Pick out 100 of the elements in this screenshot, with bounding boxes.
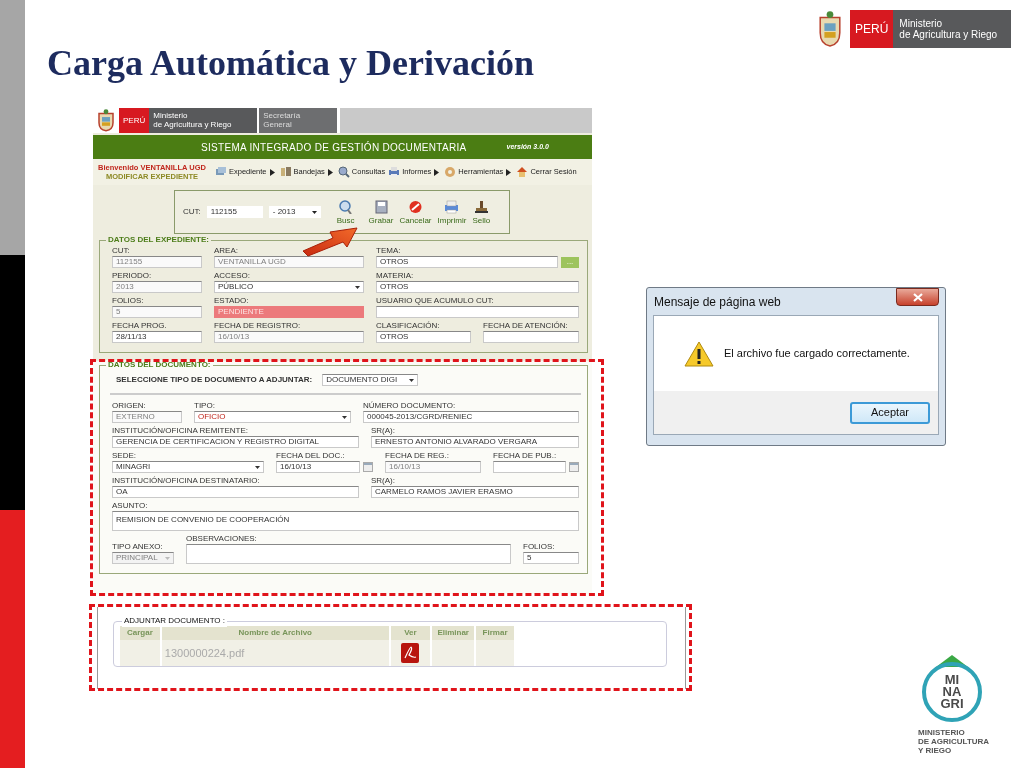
field-label: TIPO ANEXO: — [112, 542, 164, 552]
select-field[interactable]: PRINCIPAL — [112, 552, 174, 564]
field-label: TEMA: — [376, 246, 402, 256]
date-field[interactable] — [493, 461, 566, 473]
field-label: CUT: — [112, 246, 131, 256]
field-label: CLASIFICACIÓN: — [376, 321, 441, 331]
accept-button[interactable]: Aceptar — [850, 401, 930, 424]
dialog-title: Mensaje de página web — [653, 294, 782, 311]
column-header: Firmar — [476, 626, 514, 640]
select-field[interactable]: MINAGRI — [112, 461, 264, 473]
caret-icon — [355, 285, 360, 289]
column-header: Eliminar — [432, 626, 475, 640]
toolbar-button[interactable]: Cancelar — [399, 199, 432, 225]
field-label: ACCESO: — [214, 271, 251, 281]
logo-text: GRI — [940, 698, 964, 710]
printer-icon — [444, 199, 460, 214]
text-field[interactable]: GERENCIA DE CERTIFICACION Y REGISTRO DIGITAL — [112, 436, 359, 448]
field-label: AREA: — [214, 246, 239, 256]
calendar-icon — [569, 462, 579, 472]
printer-icon — [388, 166, 401, 178]
text-field[interactable]: 2013 — [112, 281, 202, 293]
field-label: FECHA PROG. — [112, 321, 168, 331]
table-cell — [120, 640, 160, 666]
house-icon — [516, 166, 529, 178]
system-title: SISTEMA INTEGRADO DE GESTIÓN DOCUMENTARIA — [201, 140, 467, 155]
field-label: TIPO: — [194, 401, 216, 411]
text-field[interactable]: OTROS — [376, 256, 558, 268]
section-title: DATOS DEL EXPEDIENTE: — [106, 235, 211, 245]
office-label: Secretaría General — [259, 108, 338, 133]
text-field[interactable]: 112155 — [112, 256, 202, 268]
text-field[interactable]: EXTERNO — [112, 411, 182, 423]
table-cell — [476, 640, 514, 666]
caret-icon — [342, 415, 347, 419]
caret-icon — [255, 465, 260, 469]
column-header: Nombre de Archivo — [161, 626, 389, 640]
field-label: ORIGEN: — [112, 401, 147, 411]
text-field[interactable]: OTROS — [376, 281, 579, 293]
text-field[interactable]: 000045-2013/CGRD/RENIEC — [363, 411, 579, 423]
tray-icon — [279, 166, 292, 178]
field-label: MATERIA: — [376, 271, 415, 281]
field-label: FECHA DE PUB.: — [493, 451, 558, 461]
text-field[interactable]: VENTANILLA UGD — [214, 256, 364, 268]
field-label: INSTITUCIÓN/OFICINA DESTINATARIO: — [112, 476, 261, 486]
field-label: FECHA DE REG.: — [385, 451, 450, 461]
field-label: FECHA DEL DOC.: — [276, 451, 346, 461]
text-field[interactable]: ERNESTO ANTONIO ALVARADO VERGARA — [371, 436, 579, 448]
field-label: CUT: — [183, 207, 201, 217]
logo-caption: MINISTERIO — [918, 728, 966, 737]
logo-caption: DE AGRICULTURA — [918, 737, 990, 746]
country-label: PERÚ — [119, 108, 150, 133]
field-label: FOLIOS: — [523, 542, 556, 552]
table-cell — [432, 640, 475, 666]
country-label: PERÚ — [850, 10, 894, 48]
select-field[interactable]: OFICIO — [194, 411, 351, 423]
field-label: PERIODO: — [112, 271, 153, 281]
documents-icon — [215, 166, 227, 178]
warning-icon — [684, 340, 714, 367]
field-label: SR(A): — [371, 426, 396, 436]
text-field[interactable]: CARMELO RAMOS JAVIER ERASMO — [371, 486, 579, 498]
pdf-icon[interactable] — [401, 643, 420, 663]
section-title: ADJUNTAR DOCUMENTO : — [122, 615, 228, 627]
caret-icon — [409, 378, 415, 382]
close-button[interactable] — [896, 288, 939, 306]
text-field[interactable] — [376, 306, 579, 318]
field-label: SELECCIONE TIPO DE DOCUMENTO A ADJUNTAR: — [116, 375, 313, 385]
text-area[interactable]: REMISION DE CONVENIO DE COOPERACIÓN — [112, 511, 579, 531]
toolbar-button[interactable]: Busc — [336, 199, 355, 225]
caret-icon — [311, 210, 317, 214]
year-select[interactable]: - 2013 — [268, 206, 321, 218]
magnifier-icon — [338, 199, 354, 214]
toolbar-button[interactable]: Sello — [472, 199, 491, 225]
text-field[interactable]: 16/10/13 — [385, 461, 481, 473]
text-field[interactable]: 5 — [523, 552, 579, 564]
field-label: USUARIO QUE ACUMULO CUT: — [376, 296, 495, 306]
slide-title: Carga Automática y Derivación — [47, 42, 534, 85]
cut-field[interactable]: 112155 — [206, 206, 263, 218]
select-field[interactable]: PÚBLICO — [214, 281, 364, 293]
field-label: SR(A): — [371, 476, 396, 486]
coat-of-arms-icon — [96, 109, 116, 132]
text-area[interactable] — [186, 544, 511, 564]
field-label: ESTADO: — [214, 296, 250, 306]
field-label: FECHA DE ATENCIÓN: — [483, 321, 569, 331]
text-field[interactable]: OTROS — [376, 331, 471, 343]
date-field[interactable]: 16/10/13 — [276, 461, 360, 473]
text-field[interactable]: OA — [112, 486, 359, 498]
text-field[interactable]: 28/11/13 — [112, 331, 202, 343]
text-field[interactable] — [483, 331, 579, 343]
magnifier-icon — [337, 166, 350, 178]
toolbar-button[interactable]: Grabar — [368, 199, 394, 225]
field-label: NÚMERO DOCUMENTO: — [363, 401, 457, 411]
logo-text: NA — [942, 686, 962, 698]
dialog-message: El archivo fue cargado correctamente. — [724, 346, 910, 362]
text-field[interactable]: 5 — [112, 306, 202, 318]
table-cell: 1300000224.pdf — [161, 640, 389, 666]
caret-icon — [165, 556, 170, 560]
toolbar-button[interactable]: Imprimir — [437, 199, 467, 225]
select-field[interactable]: DOCUMENTO DIGI — [322, 374, 419, 386]
text-field[interactable]: 16/10/13 — [214, 331, 364, 343]
field-label: SEDE: — [112, 451, 137, 461]
ministry-label: Ministerio de Agricultura y Riego — [893, 10, 1012, 48]
